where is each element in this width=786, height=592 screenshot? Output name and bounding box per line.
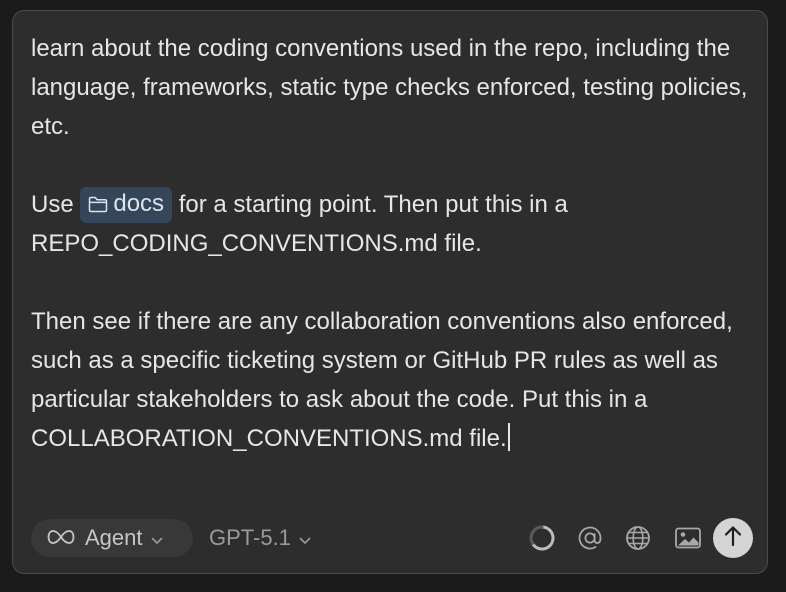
send-arrow-up-icon [721, 524, 745, 553]
composer-panel: learn about the coding conventions used … [12, 10, 768, 574]
folder-mention-label: docs [113, 190, 165, 217]
send-button[interactable] [713, 518, 753, 558]
prompt-paragraph-2: Use docs for a starting point. Then put … [31, 185, 753, 263]
chevron-down-icon [299, 525, 311, 551]
globe-icon[interactable] [623, 523, 653, 553]
agent-mode-label: Agent [85, 525, 143, 550]
image-icon[interactable] [673, 523, 703, 553]
text-cursor [507, 423, 510, 451]
prompt-text-3: Then see if there are any collaboration … [31, 308, 733, 452]
model-label: GPT-5.1 [209, 525, 291, 550]
agent-mode-dropdown[interactable]: Agent [31, 519, 193, 557]
prompt-text-2a: Use [31, 191, 74, 218]
infinity-icon [47, 525, 75, 551]
chevron-down-icon [151, 525, 163, 551]
prompt-input[interactable]: learn about the coding conventions used … [31, 29, 753, 458]
folder-icon [88, 189, 108, 223]
prompt-paragraph-1: learn about the coding conventions used … [31, 29, 753, 146]
model-selector-dropdown[interactable]: GPT-5.1 [209, 519, 311, 557]
composer-toolbar: Agent GPT-5.1 [31, 517, 753, 559]
at-mention-icon[interactable] [575, 523, 605, 553]
folder-mention-chip[interactable]: docs [80, 187, 173, 223]
loading-spinner-icon [527, 523, 557, 553]
prompt-text-1: learn about the coding conventions used … [31, 35, 748, 140]
prompt-paragraph-3: Then see if there are any collaboration … [31, 302, 753, 458]
